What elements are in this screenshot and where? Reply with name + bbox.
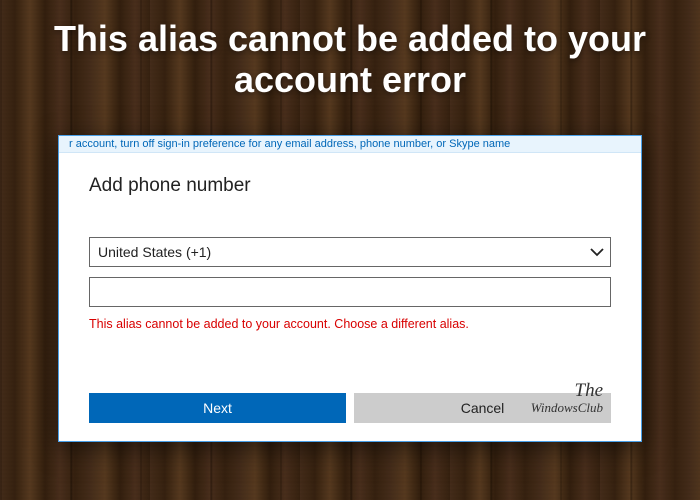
phone-input[interactable] bbox=[89, 277, 611, 307]
error-message: This alias cannot be added to your accou… bbox=[89, 317, 611, 331]
button-row: Next Cancel bbox=[89, 393, 611, 423]
page-headline: This alias cannot be added to your accou… bbox=[0, 18, 700, 101]
next-button[interactable]: Next bbox=[89, 393, 346, 423]
info-strip: r account, turn off sign-in preference f… bbox=[59, 136, 641, 153]
country-select[interactable]: United States (+1) bbox=[89, 237, 611, 267]
cancel-button[interactable]: Cancel bbox=[354, 393, 611, 423]
dialog-body: Add phone number United States (+1) This… bbox=[59, 153, 641, 331]
country-select-value: United States (+1) bbox=[89, 237, 611, 267]
dialog-window: r account, turn off sign-in preference f… bbox=[58, 135, 642, 442]
dialog-title: Add phone number bbox=[89, 175, 611, 197]
